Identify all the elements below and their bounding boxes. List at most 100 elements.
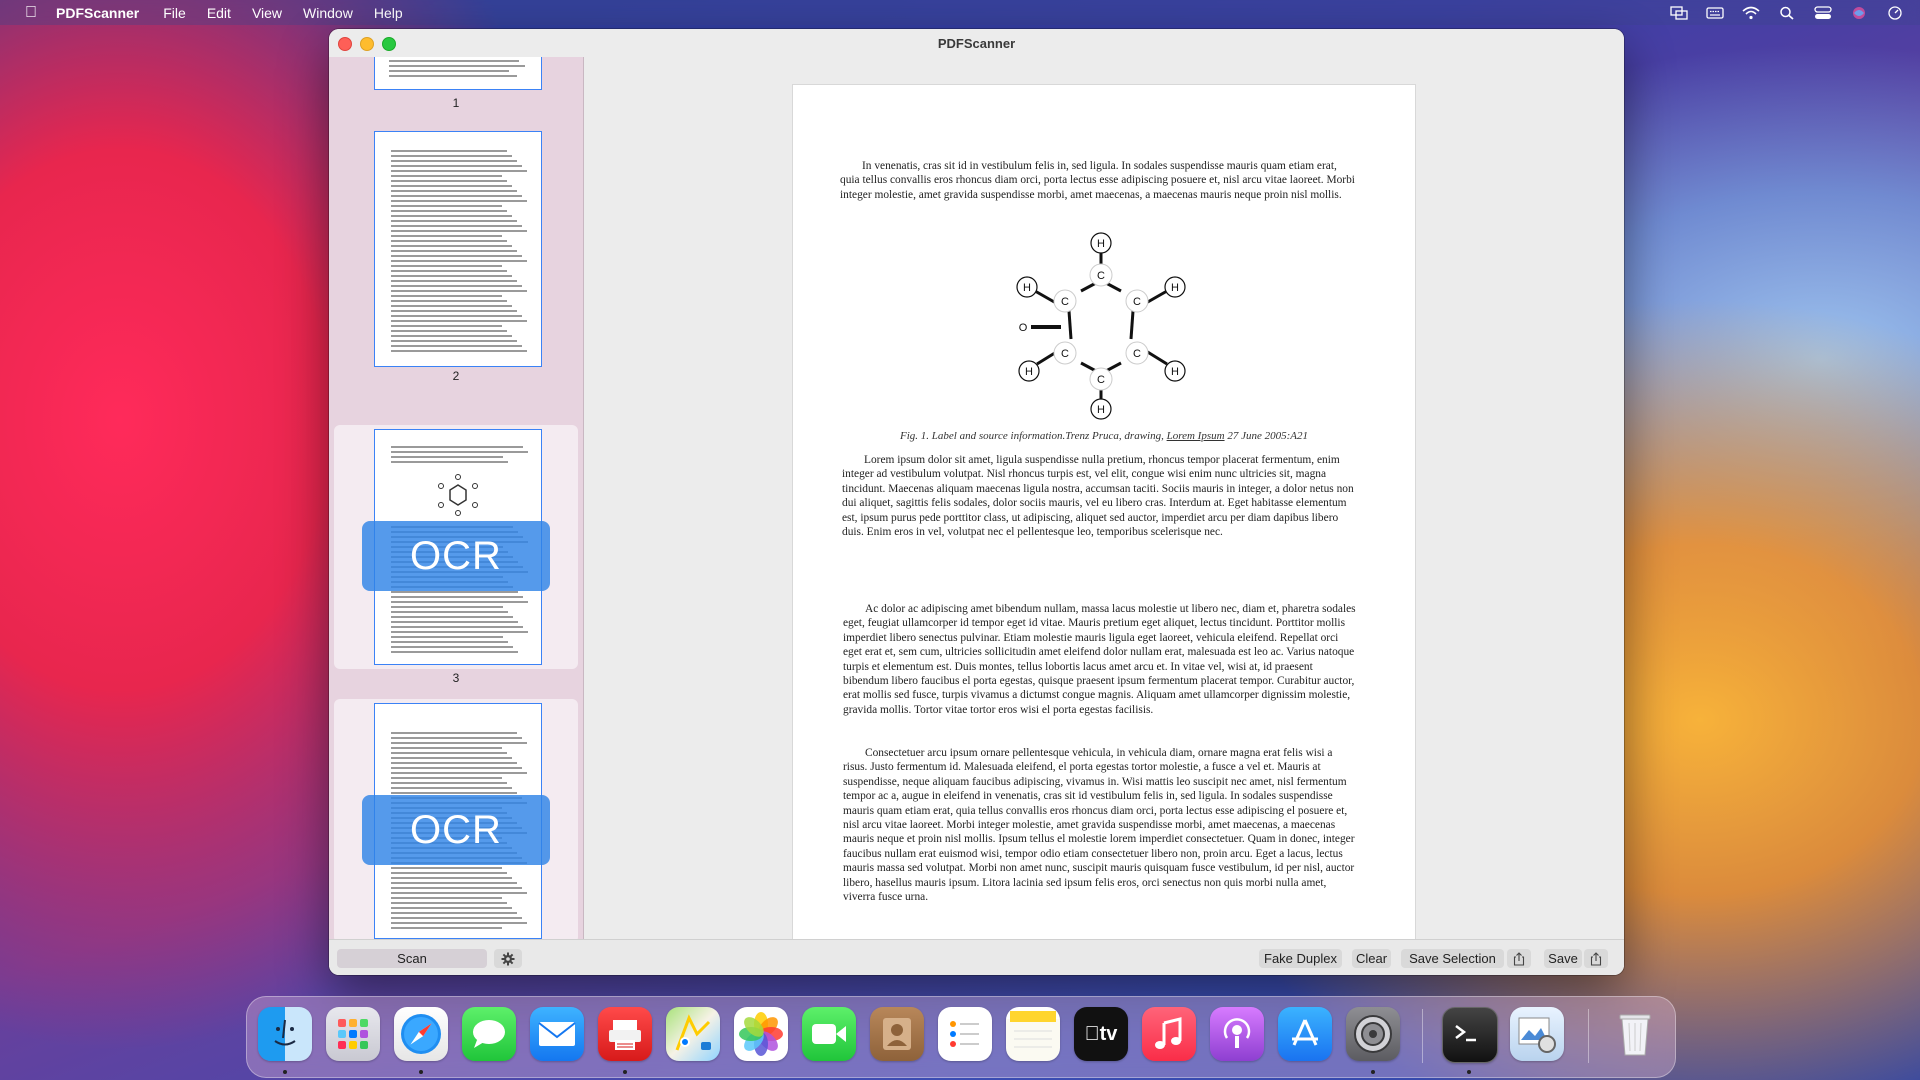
dock-messages-icon[interactable] — [462, 1007, 516, 1061]
atom-label-h: H — [1023, 282, 1031, 294]
menu-help[interactable]: Help — [374, 5, 403, 21]
thumbnail-page-1[interactable]: 1 — [334, 57, 578, 115]
dock-terminal-icon[interactable] — [1442, 1007, 1498, 1063]
thumbnail-page-4[interactable]: OCR 4 — [334, 699, 578, 959]
thumbnail-text-line — [391, 285, 522, 287]
dock-podcasts-icon[interactable] — [1210, 1007, 1264, 1061]
dock-tv-icon[interactable]: tv — [1074, 1007, 1128, 1061]
settings-button[interactable] — [494, 949, 522, 968]
keyboard-icon[interactable] — [1706, 6, 1724, 20]
scan-button[interactable]: Scan — [337, 949, 487, 968]
thumbnail-text-line — [391, 792, 517, 794]
thumbnail-text-line — [391, 180, 507, 182]
dock-contacts-icon[interactable] — [870, 1007, 924, 1061]
dock-system-preferences-icon[interactable] — [1346, 1007, 1400, 1061]
window-controls — [338, 37, 396, 51]
thumbnail-text-line — [391, 767, 522, 769]
thumbnail-text-line — [391, 892, 527, 894]
page-thumbnail-sidebar[interactable]: 1 2 OCR 3 OCR 4 — [329, 57, 584, 967]
thumbnail-page-2[interactable]: 2 — [334, 123, 578, 383]
clock-icon[interactable] — [1886, 5, 1904, 20]
share-icon — [1590, 951, 1602, 966]
clear-button[interactable]: Clear — [1352, 949, 1391, 968]
wifi-icon[interactable] — [1742, 6, 1760, 20]
menu-bar:  PDFScanner File Edit View Window Help — [0, 0, 1920, 25]
document-view[interactable]: In venenatis, cras sit id in vestibulum … — [584, 57, 1624, 967]
thumbnail-image — [374, 57, 542, 90]
share-selection-button[interactable] — [1507, 949, 1531, 968]
menu-file[interactable]: File — [163, 5, 186, 21]
thumbnail-text-line — [391, 646, 513, 648]
control-center-icon[interactable] — [1814, 5, 1832, 20]
thumbnail-text-line — [391, 325, 502, 327]
dock-notes-icon[interactable] — [1006, 1007, 1060, 1061]
thumbnail-text-line — [391, 922, 527, 924]
thumbnail-page-3[interactable]: OCR 3 — [334, 425, 578, 685]
thumbnail-text-line — [391, 611, 508, 613]
dock-finder-icon[interactable] — [258, 1007, 312, 1061]
apple-menu-icon[interactable]:  — [20, 4, 42, 22]
thumbnail-text-line — [391, 165, 522, 167]
dock-maps-icon[interactable] — [666, 1007, 720, 1061]
dock-safari-icon[interactable] — [394, 1007, 448, 1061]
thumbnail-text-line — [391, 772, 527, 774]
thumbnail-molecule-icon — [438, 474, 478, 516]
thumbnail-text-line — [391, 155, 512, 157]
dock-photos-icon[interactable] — [734, 1007, 788, 1061]
share-button[interactable] — [1584, 949, 1608, 968]
screen-mirroring-icon[interactable] — [1670, 5, 1688, 20]
thumbnail-text-line — [391, 747, 502, 749]
dock-mail-icon[interactable] — [530, 1007, 584, 1061]
caption-date: 27 June 2005:A21 — [1224, 430, 1308, 442]
fake-duplex-button[interactable]: Fake Duplex — [1259, 949, 1342, 968]
spotlight-search-icon[interactable] — [1778, 6, 1796, 20]
thumbnail-text-line — [391, 225, 522, 227]
thumbnail-text-line — [391, 335, 512, 337]
save-selection-button[interactable]: Save Selection — [1401, 949, 1504, 968]
thumbnail-text-line — [391, 867, 502, 869]
dock-reminders-icon[interactable] — [938, 1007, 992, 1061]
close-window-button[interactable] — [338, 37, 352, 51]
zoom-window-button[interactable] — [382, 37, 396, 51]
thumbnail-page-number: 2 — [452, 369, 460, 383]
thumbnail-text-line — [391, 350, 527, 352]
thumbnail-text-line — [391, 295, 502, 297]
dock-preview-icon[interactable] — [1510, 1007, 1564, 1061]
dock-launchpad-icon[interactable] — [326, 1007, 380, 1061]
thumbnail-text-line — [391, 631, 528, 633]
thumbnail-text-line — [391, 255, 522, 257]
figure-caption: Fig. 1. Label and source information.Tre… — [793, 430, 1415, 442]
save-button[interactable]: Save — [1544, 949, 1582, 968]
thumbnail-text-line — [391, 210, 507, 212]
dock-trash-icon[interactable] — [1608, 1007, 1662, 1061]
thumbnail-text-line — [391, 215, 512, 217]
thumbnail-text-line — [391, 340, 517, 342]
thumbnail-text-line — [391, 451, 528, 453]
menu-edit[interactable]: Edit — [207, 5, 231, 21]
siri-icon[interactable] — [1850, 6, 1868, 20]
thumbnail-page-number: 3 — [452, 671, 460, 685]
dock-pdfscanner-icon[interactable] — [598, 1007, 652, 1061]
menu-app-name[interactable]: PDFScanner — [56, 5, 139, 21]
dock-music-icon[interactable] — [1142, 1007, 1196, 1061]
thumbnail-text-line — [391, 912, 517, 914]
atom-label-c: C — [1097, 374, 1105, 386]
caption-link[interactable]: Lorem Ipsum — [1167, 430, 1225, 442]
thumbnail-text-line — [391, 170, 527, 172]
dock-app-store-icon[interactable] — [1278, 1007, 1332, 1061]
bottom-toolbar: Scan Fake Duplex Clear Save Selection Sa… — [329, 939, 1624, 975]
share-icon — [1513, 951, 1525, 966]
window-title: PDFScanner — [937, 35, 1016, 51]
thumbnail-text-line — [391, 245, 512, 247]
thumbnail-text-line — [391, 290, 527, 292]
thumbnail-text-line — [391, 220, 517, 222]
thumbnail-text-line — [391, 872, 507, 874]
thumbnail-text-line — [391, 150, 507, 152]
minimize-window-button[interactable] — [360, 37, 374, 51]
thumbnail-text-line — [391, 190, 517, 192]
menu-window[interactable]: Window — [303, 5, 353, 21]
ocr-badge: OCR — [362, 795, 550, 865]
dock-facetime-icon[interactable] — [802, 1007, 856, 1061]
thumbnail-text-line — [391, 280, 517, 282]
menu-view[interactable]: View — [252, 5, 282, 21]
